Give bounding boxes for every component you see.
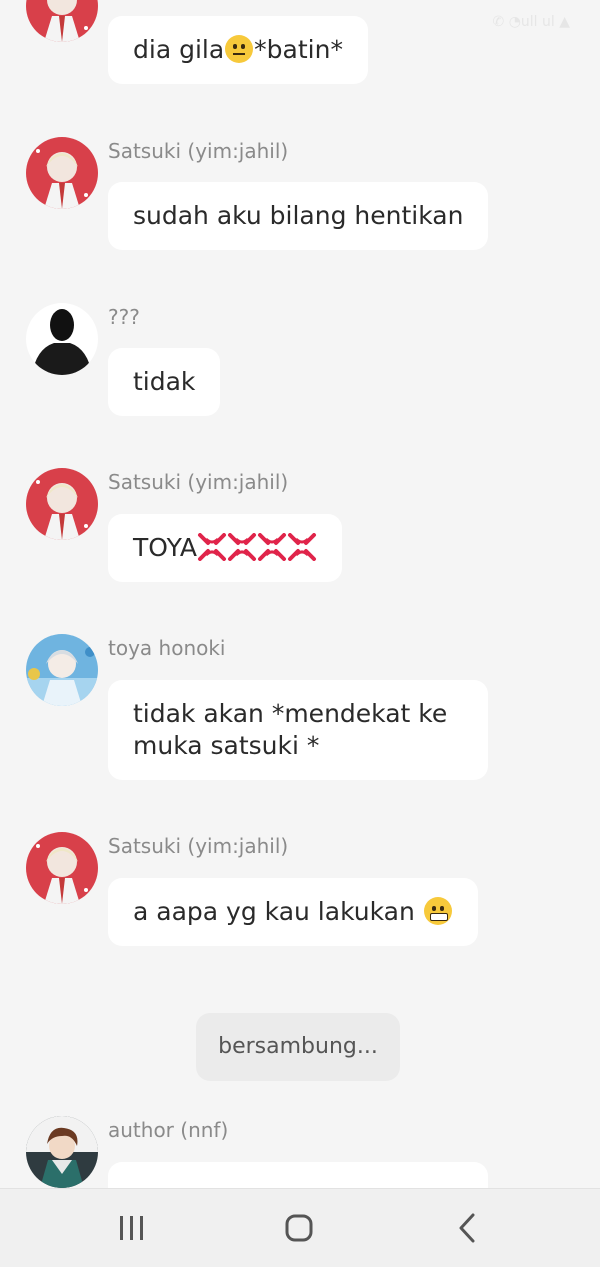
toya-avatar[interactable] [26, 634, 98, 706]
message-bubble[interactable]: sudah aku bilang hentikan [108, 182, 489, 250]
message-bubble[interactable]: tidak [108, 348, 221, 416]
message-text: a aapa yg kau lakukan [133, 897, 423, 926]
sender-name: Satsuki (yim:jahil) [108, 834, 289, 858]
message-bubble[interactable]: a aapa yg kau lakukan [108, 878, 478, 946]
message-bubble[interactable]: tidak akan *mendekat ke muka satsuki * [108, 680, 488, 780]
chat-list[interactable]: dia gila *batin* Satsuki (yim:jahil) suda… [0, 0, 600, 1188]
author-avatar[interactable] [26, 1116, 98, 1188]
anger-symbol-icon [287, 533, 317, 561]
message-bubble[interactable]: TOYA [108, 514, 343, 582]
system-navigation-bar [0, 1188, 600, 1267]
satsuki-avatar[interactable] [26, 468, 98, 540]
grimacing-face-icon [423, 897, 452, 925]
anger-symbol-icon [257, 533, 287, 561]
satsuki-avatar[interactable] [26, 832, 98, 904]
message-text: tidak [133, 367, 196, 396]
satsuki-avatar[interactable] [26, 0, 98, 42]
sender-name: author (nnf) [108, 1118, 229, 1142]
home-icon[interactable] [274, 1205, 324, 1251]
satsuki-avatar[interactable] [26, 137, 98, 209]
sender-name: ??? [108, 305, 140, 329]
message-text: *batin* [254, 35, 343, 64]
sender-name: Satsuki (yim:jahil) [108, 470, 289, 494]
message-text: TOYA [133, 533, 198, 562]
message-text: sudah aku bilang hentikan [133, 201, 464, 230]
anger-symbol-icon [197, 533, 227, 561]
back-icon[interactable] [442, 1205, 492, 1251]
chat-screen: ✆ ◔ull ul ▲ dia gila *batin* Satsuki (yim… [0, 0, 600, 1267]
sender-name: Satsuki (yim:jahil) [108, 139, 289, 163]
message-text: dia gila [133, 35, 225, 64]
message-text: tidak akan *mendekat ke muka satsuki * [133, 699, 448, 760]
silhouette-avatar[interactable] [26, 303, 98, 375]
message-bubble[interactable] [108, 1162, 488, 1188]
system-message: bersambung... [196, 1013, 400, 1081]
message-bubble[interactable]: dia gila *batin* [108, 16, 368, 84]
recents-icon[interactable] [107, 1205, 157, 1251]
neutral-face-icon [225, 35, 254, 63]
sender-name: toya honoki [108, 636, 226, 660]
anger-symbol-icon [227, 533, 257, 561]
